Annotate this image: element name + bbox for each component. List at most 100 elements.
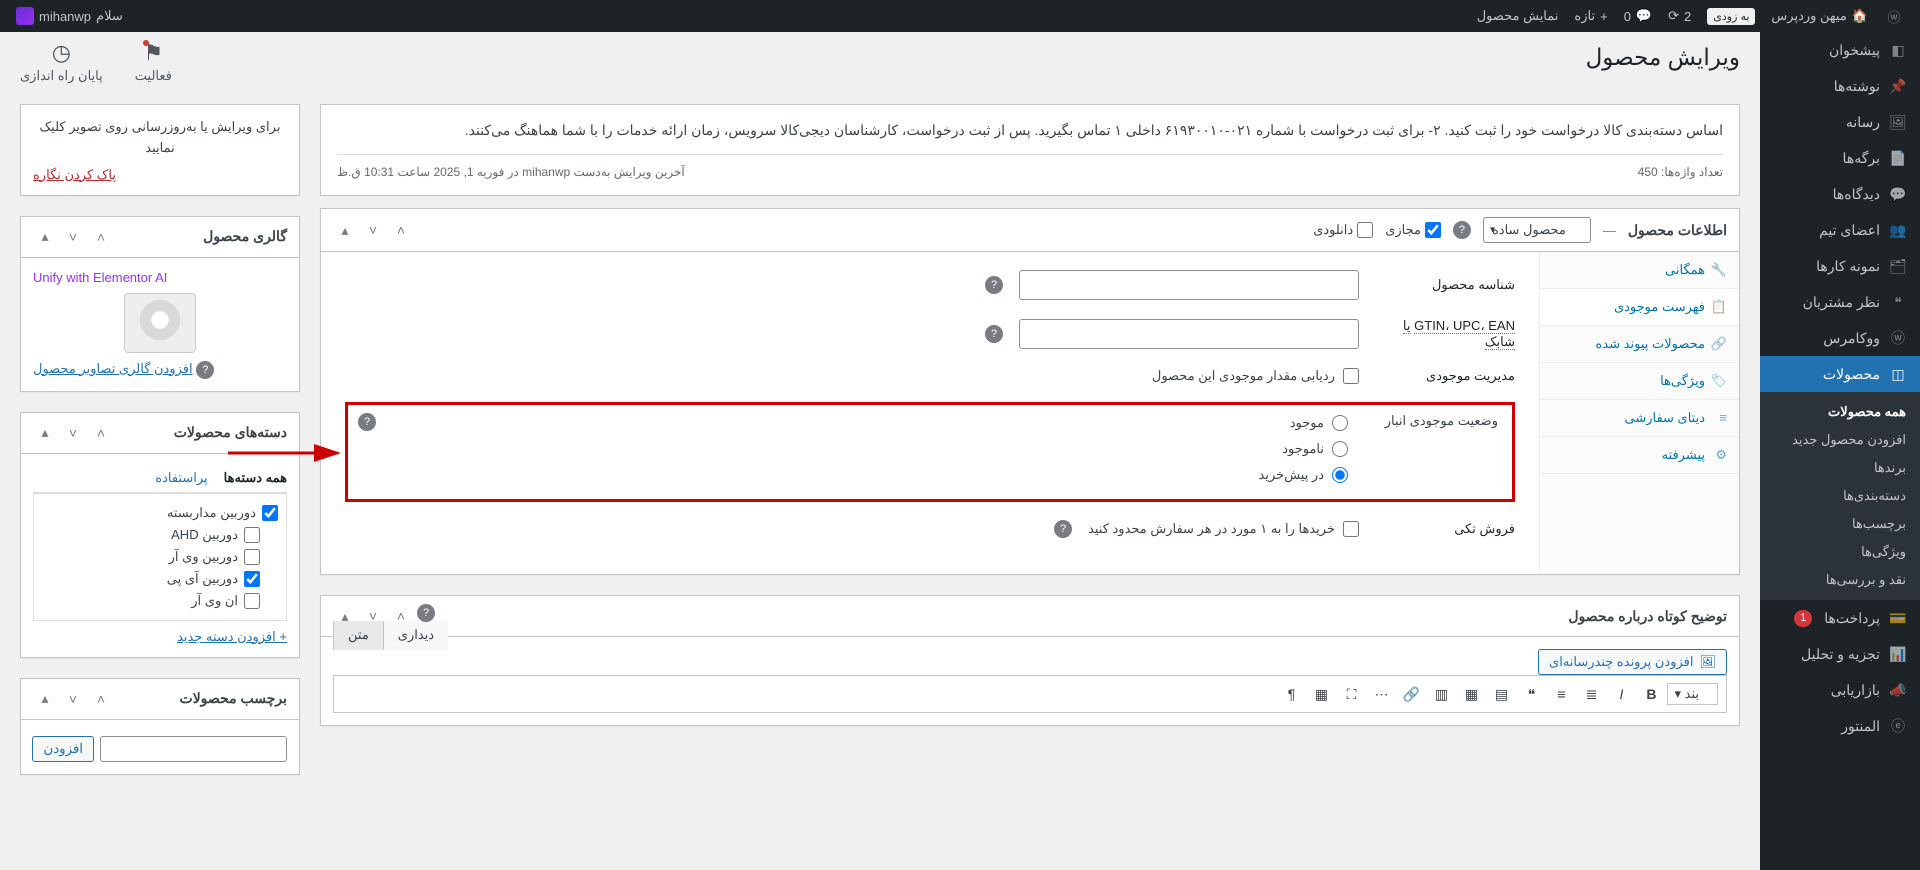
tab-activity[interactable]: ⚑ فعالیت — [135, 40, 172, 92]
move-down-button[interactable]: ˅ — [361, 604, 385, 628]
cat-item[interactable]: دوربین مداربسته — [42, 502, 278, 524]
tag-input[interactable] — [100, 736, 287, 762]
remove-thumbnail-link[interactable]: پاک کردن نگاره — [33, 167, 116, 182]
submenu-brands[interactable]: برندها — [1760, 454, 1920, 482]
submenu-all-products[interactable]: همه محصولات — [1760, 398, 1920, 426]
stock-status-label: وضعیت موجودی انبار — [1385, 413, 1498, 429]
move-down-button[interactable]: ˅ — [61, 421, 85, 445]
add-gallery-link[interactable]: افزودن گالری تصاویر محصول — [33, 361, 193, 376]
tab-setup[interactable]: ◷ پایان راه اندازی — [20, 40, 103, 92]
more-button[interactable]: ⋯ — [1367, 680, 1395, 708]
toggle-panel-button[interactable]: ▴ — [333, 604, 357, 628]
cat-item[interactable]: دوربین وی آر — [42, 546, 278, 568]
payments-icon: 💳 — [1888, 608, 1908, 628]
link-button[interactable]: 🔗 — [1397, 680, 1425, 708]
help-icon[interactable]: ? — [196, 361, 214, 379]
menu-elementor[interactable]: ⓔالمنتور — [1760, 708, 1920, 744]
radio-out-of-stock[interactable]: ناموجود — [362, 441, 1348, 457]
menu-comments[interactable]: 💬دیدگاه‌ها — [1760, 176, 1920, 212]
toolbar-toggle-button[interactable]: ▦ — [1307, 680, 1335, 708]
move-up-button[interactable]: ˄ — [389, 218, 413, 242]
account-link[interactable]: سلام mihanwp — [8, 0, 131, 32]
tab-advanced[interactable]: ⚙پیشرفته — [1540, 437, 1739, 474]
menu-dashboard[interactable]: ◧پیشخوان — [1760, 32, 1920, 68]
toggle-panel-button[interactable]: ▴ — [333, 218, 357, 242]
submenu-categories[interactable]: دسته‌بندی‌ها — [1760, 482, 1920, 510]
menu-media[interactable]: 🖼رسانه — [1760, 104, 1920, 140]
menu-testimonials[interactable]: ❝نظر مشتریان — [1760, 284, 1920, 320]
menu-woocommerce[interactable]: ⓦووکامرس — [1760, 320, 1920, 356]
menu-pages[interactable]: 📄برگه‌ها — [1760, 140, 1920, 176]
submenu-attributes[interactable]: ویژگی‌ها — [1760, 538, 1920, 566]
bullet-list-button[interactable]: ≣ — [1577, 680, 1605, 708]
virtual-checkbox[interactable]: مجازی — [1385, 222, 1441, 238]
radio-backorder[interactable]: در پیش‌خرید — [362, 467, 1348, 483]
move-up-button[interactable]: ˄ — [389, 604, 413, 628]
cat-tab-used[interactable]: پراستفاده — [155, 470, 207, 486]
elementor-ai-link[interactable]: Unify with Elementor AI — [33, 270, 167, 285]
tab-attributes[interactable]: 🏷ویژگی‌ها — [1540, 363, 1739, 400]
menu-payments[interactable]: 💳پرداخت‌ها1 — [1760, 600, 1920, 636]
product-type-select[interactable]: محصول ساده ▾ — [1483, 217, 1591, 243]
move-up-button[interactable]: ˄ — [89, 687, 113, 711]
tab-linked[interactable]: 🔗محصولات پیوند شده — [1540, 326, 1739, 363]
help-icon[interactable]: ? — [417, 604, 435, 622]
tab-general[interactable]: 🔧همگانی — [1540, 252, 1739, 289]
downloadable-checkbox[interactable]: دانلودی — [1313, 222, 1373, 238]
menu-team[interactable]: 👥اعضای تیم — [1760, 212, 1920, 248]
quote-button[interactable]: ❝ — [1517, 680, 1545, 708]
move-up-button[interactable]: ˄ — [89, 421, 113, 445]
add-tag-button[interactable]: افزودن — [32, 736, 94, 762]
rtl-button[interactable]: ¶ — [1277, 680, 1305, 708]
move-down-button[interactable]: ˅ — [61, 687, 85, 711]
gtin-input[interactable] — [1019, 319, 1359, 349]
help-icon[interactable]: ? — [985, 325, 1003, 343]
move-down-button[interactable]: ˅ — [61, 225, 85, 249]
new-content-link[interactable]: +تازه — [1566, 0, 1615, 32]
sku-input[interactable] — [1019, 270, 1359, 300]
wp-logo[interactable]: ⓦ — [1876, 0, 1912, 32]
manage-stock-checkbox[interactable]: ردیابی مقدار موجودی این محصول — [1152, 368, 1359, 384]
menu-portfolio[interactable]: 🗂نمونه کارها — [1760, 248, 1920, 284]
help-icon[interactable]: ? — [1453, 221, 1471, 239]
site-name-link[interactable]: 🏠میهن وردپرس — [1763, 0, 1876, 32]
view-product-link[interactable]: نمایش محصول — [1469, 0, 1567, 32]
gallery-thumbnail[interactable] — [124, 293, 196, 353]
italic-button[interactable]: I — [1607, 680, 1635, 708]
tab-custom[interactable]: ≡دیتای سفارشی — [1540, 400, 1739, 437]
sold-individually-checkbox[interactable]: خریدها را به ۱ مورد در هر سفارش محدود کن… — [1088, 521, 1359, 537]
add-category-link[interactable]: + افزودن دسته جدید — [177, 629, 287, 645]
add-media-button[interactable]: 🖼افزودن پرونده چندرسانه‌ای — [1538, 649, 1727, 675]
toggle-panel-button[interactable]: ▴ — [33, 225, 57, 249]
menu-posts[interactable]: 📌نوشته‌ها — [1760, 68, 1920, 104]
updates-link[interactable]: 2⟳ — [1660, 0, 1699, 32]
submenu-tags[interactable]: برچسب‌ها — [1760, 510, 1920, 538]
cat-item[interactable]: دوربین AHD — [42, 524, 278, 546]
cat-tab-all[interactable]: همه دسته‌ها — [224, 470, 287, 486]
help-icon[interactable]: ? — [1054, 520, 1072, 538]
menu-analytics[interactable]: 📊تجزیه و تحلیل — [1760, 636, 1920, 672]
format-select[interactable]: بند ▾ — [1667, 683, 1718, 705]
move-down-button[interactable]: ˅ — [361, 218, 385, 242]
cat-item[interactable]: دوربین آی پی — [42, 568, 278, 590]
comments-link[interactable]: 💬0 — [1616, 0, 1660, 32]
toggle-panel-button[interactable]: ▴ — [33, 421, 57, 445]
help-icon[interactable]: ? — [985, 276, 1003, 294]
submenu-add-product[interactable]: افزودن محصول جدید — [1760, 426, 1920, 454]
cat-item[interactable]: ان وی آر — [42, 590, 278, 612]
soon-badge[interactable]: به زودی — [1699, 0, 1763, 32]
align-center-button[interactable]: ▦ — [1457, 680, 1485, 708]
tab-inventory[interactable]: 📋فهرست موجودی — [1540, 289, 1739, 326]
menu-products[interactable]: ◫محصولات — [1760, 356, 1920, 392]
submenu-reviews[interactable]: نقد و بررسی‌ها — [1760, 566, 1920, 594]
menu-marketing[interactable]: 📣بازاریابی — [1760, 672, 1920, 708]
editor-text[interactable]: اساس دسته‌بندی کالا درخواست خود را ثبت ک… — [337, 117, 1723, 144]
bold-button[interactable]: B — [1637, 680, 1665, 708]
fullscreen-button[interactable]: ⛶ — [1337, 680, 1365, 708]
align-right-button[interactable]: ▤ — [1487, 680, 1515, 708]
toggle-panel-button[interactable]: ▴ — [33, 687, 57, 711]
number-list-button[interactable]: ≡ — [1547, 680, 1575, 708]
radio-in-stock[interactable]: موجود — [362, 415, 1348, 431]
move-up-button[interactable]: ˄ — [89, 225, 113, 249]
align-left-button[interactable]: ▥ — [1427, 680, 1455, 708]
